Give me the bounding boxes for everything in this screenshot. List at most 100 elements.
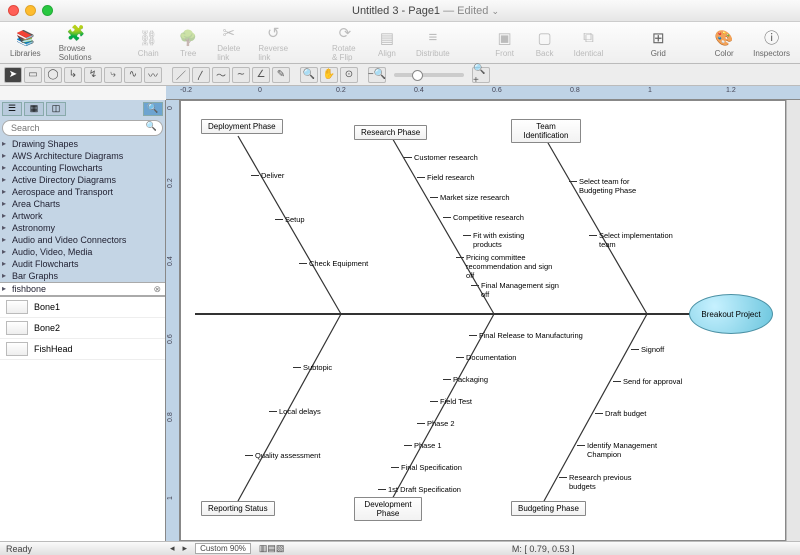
bone-label[interactable]: Competitive research <box>453 213 524 222</box>
bezier-tool[interactable]: 〰 <box>144 67 162 83</box>
sidebar-view-toggle: ☰ ▦ ◫ 🔍 <box>0 100 165 118</box>
bone-label[interactable]: Phase 2 <box>427 419 455 428</box>
pen-tool[interactable]: ✎ <box>272 67 290 83</box>
shape-toolbar: ➤ ▭ ◯ ↳ ↯ ⤷ ∿ 〰 ／ 〳 〜 ∼ ∠ ✎ 🔍 ✋ ⊙ −🔍 🔍+ <box>0 64 800 86</box>
libraries-button[interactable]: 📚Libraries <box>10 28 41 58</box>
bone-label[interactable]: Customer research <box>414 153 478 162</box>
grid-icon: ⊞ <box>647 28 669 48</box>
minimize-window-button[interactable] <box>25 5 36 16</box>
bone-label[interactable]: Documentation <box>466 353 516 362</box>
tree-item[interactable]: Accounting Flowcharts <box>0 162 165 174</box>
tree-item[interactable]: Audit Flowcharts <box>0 258 165 270</box>
bone-label[interactable]: 1st Draft Specification <box>388 485 461 494</box>
large-view-button[interactable]: ◫ <box>46 102 66 116</box>
browse-button[interactable]: 🧩Browse Solutions <box>59 23 94 62</box>
connector-tool[interactable]: ↳ <box>64 67 82 83</box>
lasso-tool[interactable]: ⊙ <box>340 67 358 83</box>
delete-link-button: ✂Delete link <box>217 23 240 62</box>
zoom-window-button[interactable] <box>42 5 53 16</box>
arc-tool[interactable]: ⤷ <box>104 67 122 83</box>
bone-label[interactable]: Check Equipment <box>309 259 368 268</box>
tree-item[interactable]: Active Directory Diagrams <box>0 174 165 186</box>
bone-label[interactable]: Phase 1 <box>414 441 442 450</box>
curve-tool[interactable]: 〜 <box>212 67 230 83</box>
zoom-slider[interactable] <box>394 73 464 77</box>
tree-item[interactable]: Bar Graphs <box>0 270 165 282</box>
bone-label[interactable]: Signoff <box>641 345 664 354</box>
tree-item[interactable]: Audio and Video Connectors <box>0 234 165 246</box>
bone-label[interactable]: Subtopic <box>303 363 332 372</box>
bone-label[interactable]: Draft budget <box>605 409 646 418</box>
bone-label[interactable]: Packaging <box>453 375 488 384</box>
bone-label[interactable]: Identify Management Champion <box>587 441 677 459</box>
tree-item[interactable]: Drawing Shapes <box>0 138 165 150</box>
shape-item[interactable]: Bone1 <box>0 297 165 318</box>
bone-label[interactable]: Market size research <box>440 193 510 202</box>
category-research[interactable]: Research Phase <box>354 125 427 140</box>
bone-label[interactable]: Select implementation team <box>599 231 689 249</box>
shape-item[interactable]: Bone2 <box>0 318 165 339</box>
zoom-in-tool[interactable]: 🔍 <box>300 67 318 83</box>
select-tool[interactable]: ➤ <box>4 67 22 83</box>
angle-tool[interactable]: ∠ <box>252 67 270 83</box>
smart-connector-tool[interactable]: ↯ <box>84 67 102 83</box>
page-nav-prev[interactable]: ◂ <box>170 543 175 554</box>
category-reporting[interactable]: Reporting Status <box>201 501 275 516</box>
tree-item[interactable]: AWS Architecture Diagrams <box>0 150 165 162</box>
canvas-wrapper: 00.20.40.60.81 Deployment Phase Research… <box>166 100 800 541</box>
category-team[interactable]: Team Identification <box>511 119 581 143</box>
sidebar-search-button[interactable]: 🔍 <box>143 102 163 116</box>
polyline-tool[interactable]: 〳 <box>192 67 210 83</box>
bone-label[interactable]: Pricing committee recommendation and sig… <box>466 253 556 280</box>
bone-label[interactable]: Final Management sign off <box>481 281 561 299</box>
scrollbar-vertical[interactable] <box>786 100 800 541</box>
grid-button[interactable]: ⊞Grid <box>647 28 669 58</box>
search-input[interactable] <box>2 120 163 136</box>
line-tool[interactable]: ／ <box>172 67 190 83</box>
inspectors-button[interactable]: ⓘInspectors <box>753 28 790 58</box>
fishbone-head[interactable]: Breakout Project <box>689 294 773 334</box>
page-nav-next[interactable]: ▸ <box>183 543 188 554</box>
view-mode-buttons[interactable]: ▥▤▧ <box>259 543 285 554</box>
bone-label[interactable]: Local delays <box>279 407 321 416</box>
bone-label[interactable]: Research previous budgets <box>569 473 659 491</box>
rect-tool[interactable]: ▭ <box>24 67 42 83</box>
pan-tool[interactable]: ✋ <box>320 67 338 83</box>
bone-label[interactable]: Field Test <box>440 397 472 406</box>
title-dropdown-icon[interactable]: ⌄ <box>491 6 499 16</box>
canvas[interactable]: Deployment Phase Research Phase Team Ide… <box>180 100 786 541</box>
category-budgeting[interactable]: Budgeting Phase <box>511 501 586 516</box>
close-icon[interactable]: ⊗ <box>153 284 161 295</box>
zoom-in-icon[interactable]: 🔍+ <box>472 67 490 83</box>
bone-label[interactable]: Setup <box>285 215 305 224</box>
shape-item[interactable]: FishHead <box>0 339 165 360</box>
tree-item[interactable]: Area Charts <box>0 198 165 210</box>
bone-label[interactable]: Final Release to Manufacturing <box>479 331 583 340</box>
zoom-dropdown[interactable]: Custom 90% <box>195 543 251 554</box>
tree-item[interactable]: Aerospace and Transport <box>0 186 165 198</box>
category-development[interactable]: Development Phase <box>354 497 422 521</box>
bone-label[interactable]: Fit with existing products <box>473 231 543 249</box>
free-tool[interactable]: ∼ <box>232 67 250 83</box>
bone-label[interactable]: Field research <box>427 173 475 182</box>
category-deployment[interactable]: Deployment Phase <box>201 119 283 134</box>
bone-label[interactable]: Final Specification <box>401 463 462 472</box>
grid-view-button[interactable]: ▦ <box>24 102 44 116</box>
tree-item[interactable]: Artwork <box>0 210 165 222</box>
color-button[interactable]: 🎨Color <box>713 28 735 58</box>
bone-label[interactable]: Quality assessment <box>255 451 320 460</box>
tree-item[interactable]: Astronomy <box>0 222 165 234</box>
spline-tool[interactable]: ∿ <box>124 67 142 83</box>
shape-thumb <box>6 321 28 335</box>
shape-thumb <box>6 300 28 314</box>
bone-label[interactable]: Send for approval <box>623 377 682 386</box>
ellipse-tool[interactable]: ◯ <box>44 67 62 83</box>
tree-item-selected[interactable]: fishbone⊗ <box>0 282 165 296</box>
bone-label[interactable]: Select team for Budgeting Phase <box>579 177 659 195</box>
list-view-button[interactable]: ☰ <box>2 102 22 116</box>
bone-label[interactable]: Deliver <box>261 171 284 180</box>
zoom-out-icon[interactable]: −🔍 <box>368 67 386 83</box>
tree-item[interactable]: Audio, Video, Media <box>0 246 165 258</box>
close-window-button[interactable] <box>8 5 19 16</box>
distribute-icon: ≡ <box>422 28 444 48</box>
